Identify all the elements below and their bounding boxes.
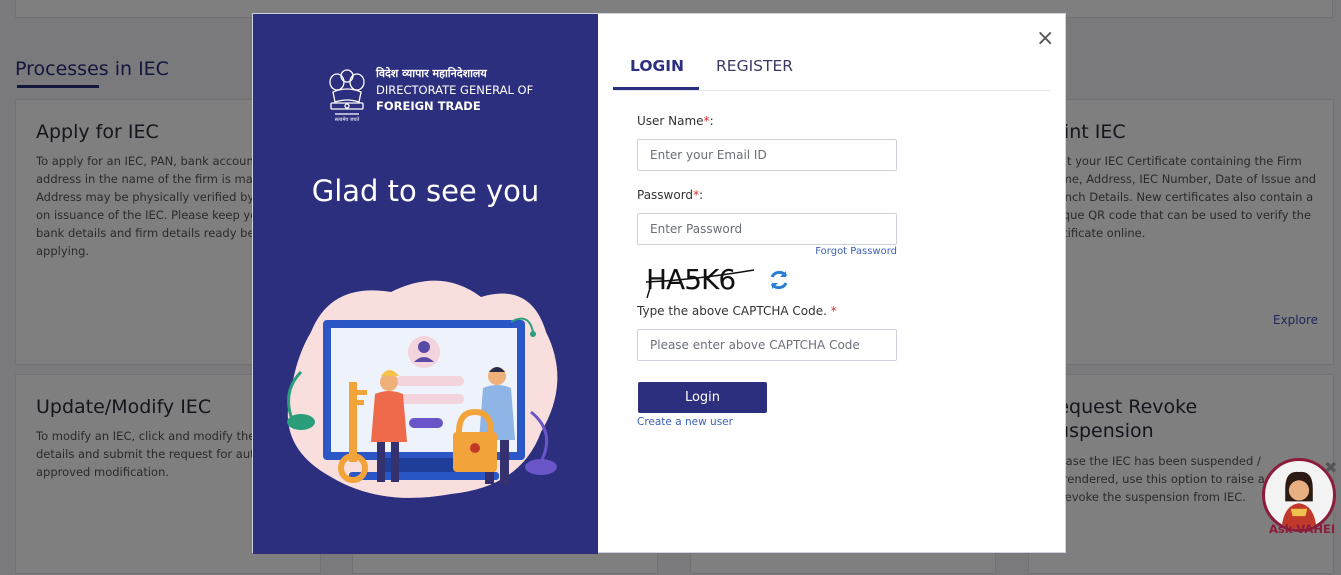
password-label: Password*: bbox=[637, 188, 704, 202]
assistant-avatar-icon bbox=[1281, 471, 1317, 529]
brand-line3: FOREIGN TRADE bbox=[376, 99, 481, 113]
dgft-brand: विदेश व्यापार महानिदेशालय DIRECTORATE GE… bbox=[376, 66, 533, 115]
create-new-user-link[interactable]: Create a new user bbox=[637, 416, 733, 428]
brand-hindi: विदेश व्यापार महानिदेशालय bbox=[376, 67, 487, 80]
national-emblem-icon: सत्यमेव जयते bbox=[329, 69, 365, 122]
svg-text:सत्यमेव जयते: सत्यमेव जयते bbox=[335, 116, 360, 122]
close-icon[interactable]: × bbox=[1036, 26, 1054, 51]
captcha-input[interactable] bbox=[637, 329, 897, 361]
username-label: User Name*: bbox=[637, 114, 714, 128]
modal-right-panel: × LOGIN REGISTER User Name*: Password*: … bbox=[598, 14, 1067, 554]
captcha-label: Type the above CAPTCHA Code. * bbox=[637, 304, 837, 318]
captcha-image: HA5K6 bbox=[645, 263, 755, 299]
required-mark: * bbox=[693, 188, 700, 202]
tabs-divider bbox=[613, 90, 1051, 91]
tab-register[interactable]: REGISTER bbox=[716, 57, 793, 75]
username-label-text: User Name bbox=[637, 114, 704, 128]
required-mark: * bbox=[703, 114, 710, 128]
brand-line2: DIRECTORATE GENERAL OF bbox=[376, 83, 534, 97]
chatbot-close-icon[interactable]: ✖ bbox=[1324, 458, 1337, 477]
login-button[interactable]: Login bbox=[638, 382, 767, 413]
captcha-text: HA5K6 bbox=[646, 263, 735, 296]
greeting-heading: Glad to see you bbox=[311, 174, 540, 208]
password-label-text: Password bbox=[637, 188, 694, 202]
password-input[interactable] bbox=[637, 213, 897, 245]
active-tab-indicator bbox=[613, 87, 699, 90]
forgot-password-link[interactable]: Forgot Password bbox=[798, 246, 897, 257]
refresh-captcha-icon[interactable] bbox=[767, 268, 791, 292]
tab-login[interactable]: LOGIN bbox=[630, 57, 684, 75]
chatbot-label[interactable]: Ask VAHEI bbox=[1269, 522, 1335, 536]
captcha-label-text: Type the above CAPTCHA Code. bbox=[637, 304, 827, 318]
required-mark: * bbox=[830, 304, 837, 318]
modal-left-panel: सत्यमेव जयते विदेश व्यापार महानिदेशालय D… bbox=[253, 14, 598, 554]
login-modal: सत्यमेव जयते विदेश व्यापार महानिदेशालय D… bbox=[252, 13, 1067, 554]
login-illustration bbox=[287, 280, 558, 498]
username-input[interactable] bbox=[637, 139, 897, 171]
